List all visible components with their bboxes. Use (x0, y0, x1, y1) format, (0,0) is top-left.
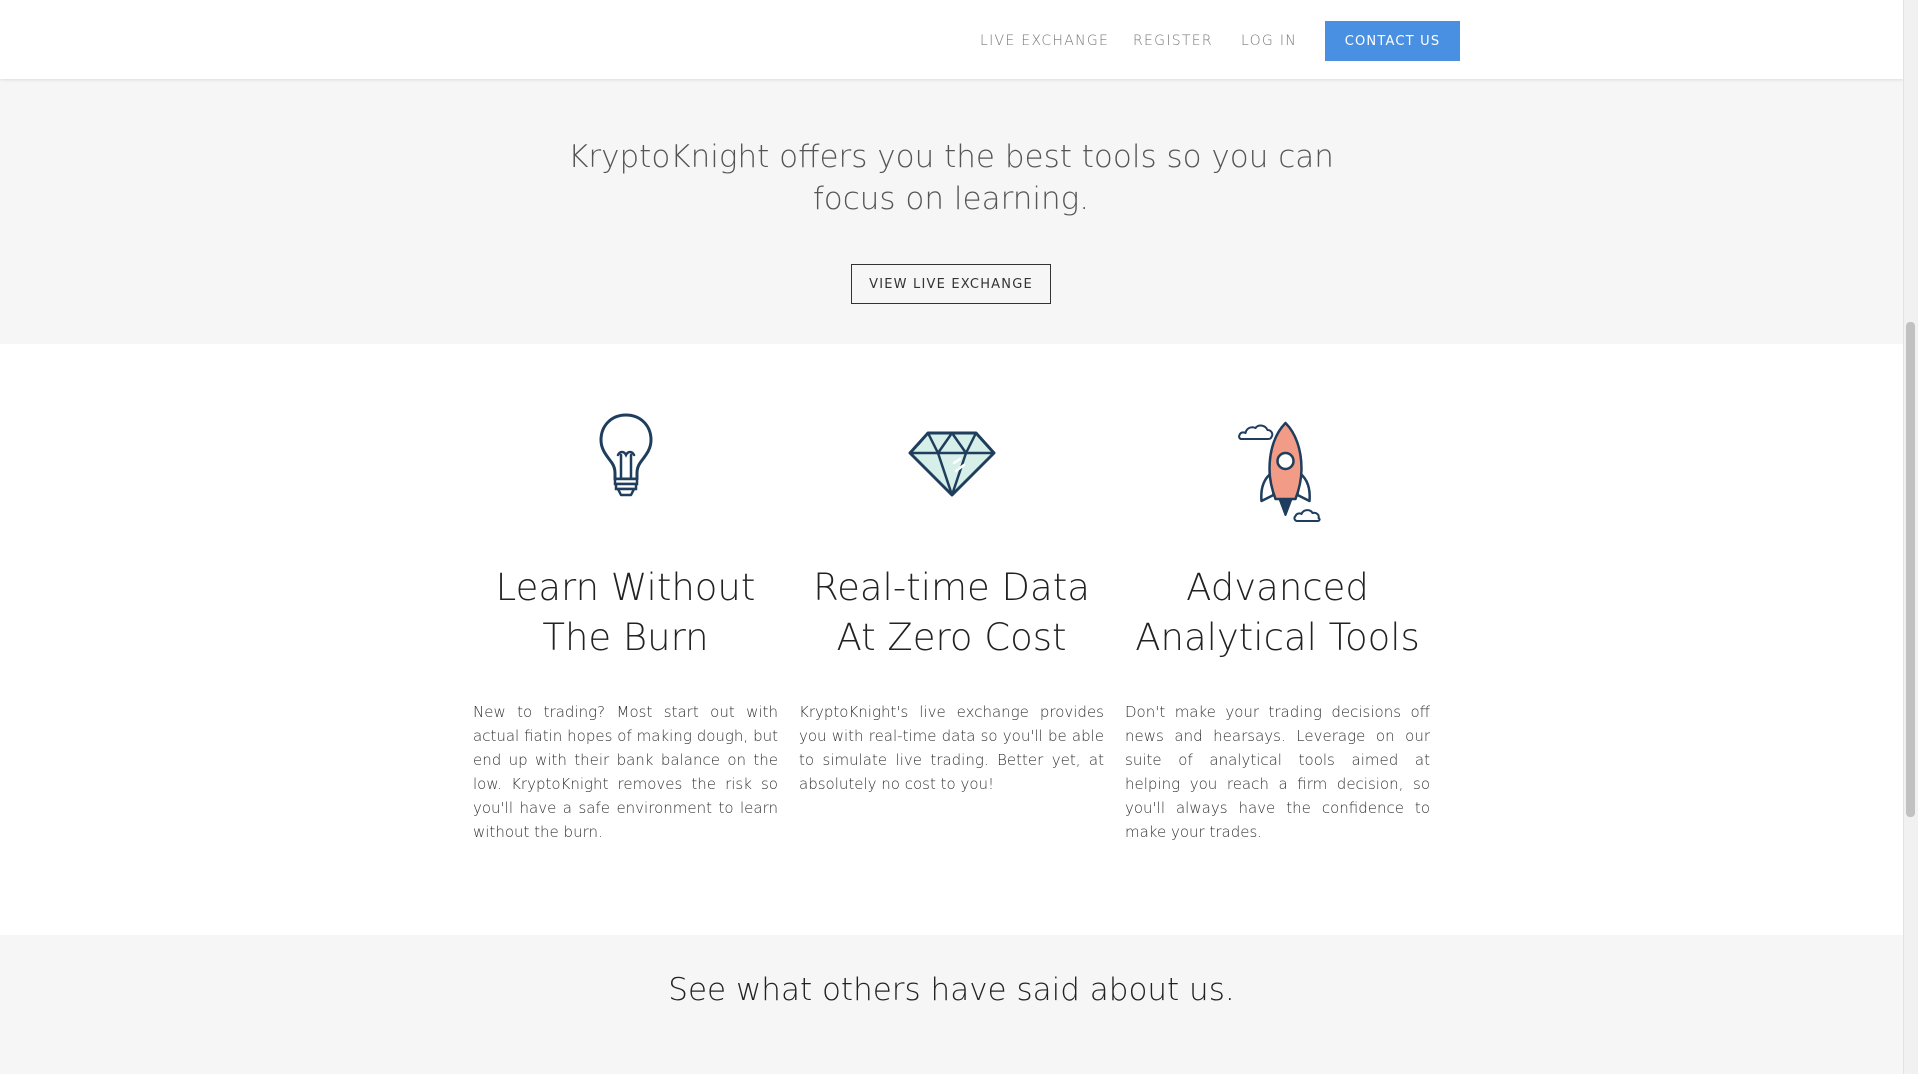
feature-card-learn: Learn Without The Burn New to trading? M… (473, 344, 778, 935)
feature-title-line-2: The Burn (542, 616, 709, 659)
view-live-exchange-button[interactable]: VIEW LIVE EXCHANGE (851, 264, 1051, 304)
nav-login-link[interactable]: LOG IN (1241, 27, 1297, 55)
feature-card-realtime: Real-time Data At Zero Cost KryptoKnight… (799, 344, 1104, 935)
nav-register-link[interactable]: REGISTER (1133, 27, 1213, 55)
feature-title: Advanced Analytical Tools (1105, 563, 1450, 663)
feature-title-line-1: Learn Without (495, 566, 756, 609)
diamond-icon (906, 429, 998, 504)
nav-live-exchange-link[interactable]: LIVE EXCHANGE (980, 27, 1109, 55)
feature-description: Don't make your trading decisions off ne… (1125, 703, 1430, 841)
lightbulb-icon (591, 411, 661, 506)
feature-title-line-2: At Zero Cost (836, 616, 1067, 659)
feature-description: New to trading? Most start out with actu… (473, 703, 778, 841)
hero-heading-line-2: focus on learning. (812, 181, 1090, 217)
contact-us-button[interactable]: CONTACT US (1325, 21, 1460, 61)
feature-title: Real-time Data At Zero Cost (779, 563, 1124, 663)
feature-description: KryptoKnight's live exchange provides yo… (799, 703, 1104, 793)
hero-section: KryptoKnight offers you the best tools s… (0, 79, 1903, 344)
testimonials-section: See what others have said about us. (0, 935, 1903, 1074)
page: LIVE EXCHANGE REGISTER LOG IN CONTACT US… (0, 0, 1903, 1074)
hero-heading-line-1: KryptoKnight offers you the best tools s… (568, 139, 1334, 175)
feature-title-line-1: Advanced (1186, 566, 1369, 609)
scrollbar-thumb[interactable] (1906, 322, 1915, 817)
rocket-icon (1237, 417, 1327, 528)
feature-title: Learn Without The Burn (453, 563, 798, 663)
hero-heading: KryptoKnight offers you the best tools s… (551, 136, 1351, 220)
features-section: Learn Without The Burn New to trading? M… (0, 344, 1903, 935)
feature-card-analytics: Advanced Analytical Tools Don't make you… (1125, 344, 1430, 935)
feature-title-line-1: Real-time Data (813, 566, 1090, 609)
top-nav: LIVE EXCHANGE REGISTER LOG IN CONTACT US (0, 0, 1903, 79)
testimonials-heading: See what others have said about us. (668, 972, 1235, 1008)
feature-title-line-2: Analytical Tools (1135, 616, 1420, 659)
